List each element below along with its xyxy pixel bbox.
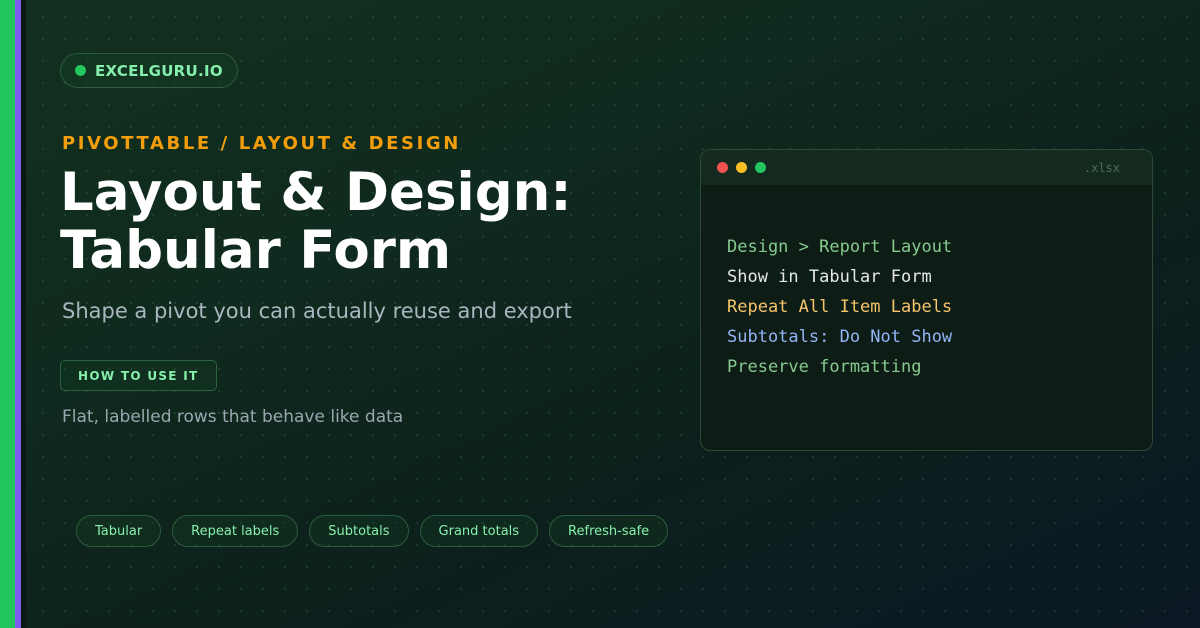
code-window: .xlsx Design > Report Layout Show in Tab… xyxy=(700,149,1153,451)
window-titlebar: .xlsx xyxy=(701,150,1152,185)
tag-chip: Grand totals xyxy=(419,515,539,547)
accent-stripe-green xyxy=(0,0,15,628)
code-line: Subtotals: Do Not Show xyxy=(727,327,953,347)
page-title: Layout & Design: Tabular Form xyxy=(60,164,680,280)
tag-list: Tabular Repeat labels Subtotals Grand to… xyxy=(76,515,669,547)
subtitle: Shape a pivot you can actually reuse and… xyxy=(62,299,572,323)
title-line-2: Tabular Form xyxy=(60,220,452,281)
brand-badge: EXCELGURU.IO xyxy=(60,53,238,88)
code-line: Design > Report Layout xyxy=(727,237,953,257)
tag-chip: Subtotals xyxy=(309,515,409,547)
minimize-dot-icon xyxy=(736,162,747,173)
tag-chip: Refresh-safe xyxy=(549,515,669,547)
accent-stripe-dark xyxy=(21,0,26,628)
code-line: Show in Tabular Form xyxy=(727,267,932,287)
maximize-dot-icon xyxy=(755,162,766,173)
file-extension: .xlsx xyxy=(1083,161,1120,175)
tag-chip: Tabular xyxy=(76,515,162,547)
code-lines: Design > Report Layout Show in Tabular F… xyxy=(727,232,952,382)
title-line-1: Layout & Design: xyxy=(60,162,572,223)
eyebrow-label: PIVOTTABLE / LAYOUT & DESIGN xyxy=(62,133,461,154)
description: Flat, labelled rows that behave like dat… xyxy=(62,407,404,427)
close-dot-icon xyxy=(717,162,728,173)
brand-name: EXCELGURU.IO xyxy=(95,61,223,80)
tag-chip: Repeat labels xyxy=(172,515,299,547)
how-to-use-badge: HOW TO USE IT xyxy=(60,360,217,391)
code-line: Preserve formatting xyxy=(727,357,922,377)
status-dot-icon xyxy=(75,65,86,76)
code-line: Repeat All Item Labels xyxy=(727,297,953,317)
